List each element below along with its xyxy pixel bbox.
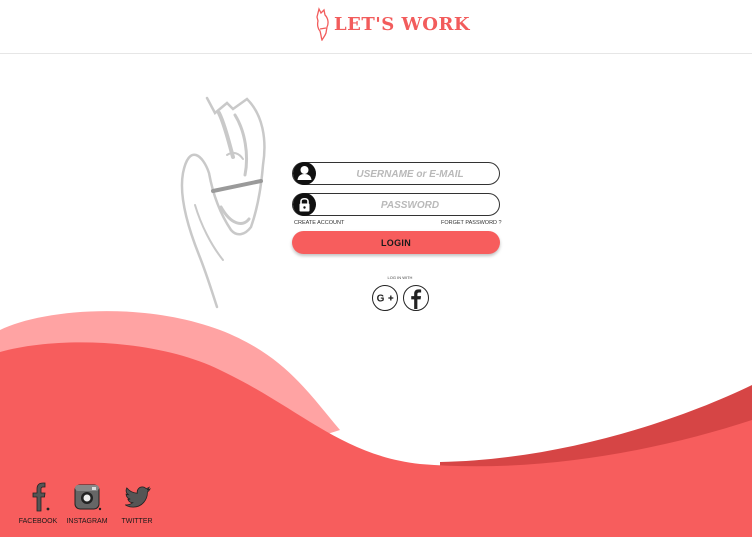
horse-watermark [180,96,266,309]
google-plus-login-button[interactable]: G [372,285,398,311]
login-with-label: LOG IN WITH [387,275,413,280]
username-field[interactable] [292,162,500,185]
user-icon [293,162,316,185]
brand-logo[interactable]: LET'S WORK [314,6,470,42]
create-account-link[interactable]: CREATE ACCOUNT [294,220,344,226]
horse-head-icon [316,7,329,41]
header: LET'S WORK [0,0,752,54]
username-input[interactable] [323,165,497,184]
password-input[interactable] [323,196,497,215]
footer-twitter-link[interactable]: TWITTER [112,482,162,525]
twitter-label: TWITTER [121,518,153,525]
facebook-icon [411,289,422,309]
background-waves [0,311,752,537]
instagram-icon [74,484,102,511]
password-field[interactable] [292,193,500,216]
google-plus-icon: G [377,293,394,304]
forgot-password-link[interactable]: FORGET PASSWORD ? [441,220,502,226]
svg-text:G: G [377,293,385,304]
brand-name: LET'S WORK [334,13,471,35]
facebook-icon [32,482,50,512]
lock-icon [293,193,316,216]
twitter-icon [124,486,151,508]
footer-facebook-link[interactable]: FACEBOOK [13,482,63,525]
facebook-label: FACEBOOK [18,518,58,525]
footer-instagram-link[interactable]: INSTAGRAM [62,482,112,525]
facebook-login-button[interactable] [403,285,429,311]
instagram-label: INSTAGRAM [66,518,108,525]
login-button[interactable]: LOGIN [292,231,500,254]
